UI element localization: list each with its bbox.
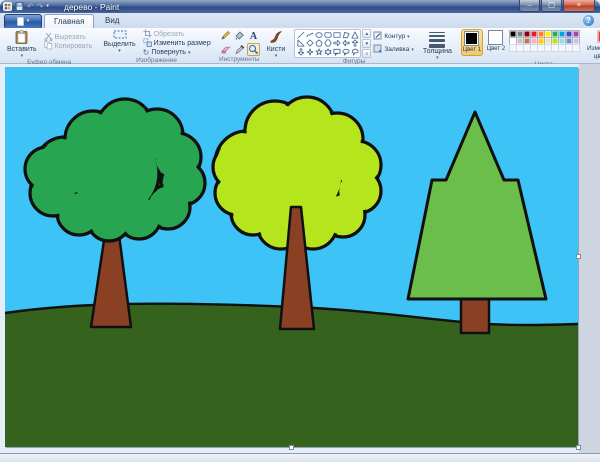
picker-tool[interactable] xyxy=(233,43,246,56)
group-shapes: ▲ ▼ ≡ Контур ▾ Заливка ▾ xyxy=(292,29,416,63)
resize-button[interactable]: Изменить размер xyxy=(141,39,213,48)
left-tree-crown xyxy=(27,149,67,189)
color1-swatch xyxy=(464,31,479,46)
window-title: дерево - Paint xyxy=(64,2,119,12)
shape-arrow-right[interactable] xyxy=(332,39,341,47)
brushes-caret-icon: ▾ xyxy=(275,54,278,58)
title-bar: ↶ ↷ ▾ дерево - Paint – ▢ × xyxy=(0,0,600,13)
shapes-scrollbar[interactable]: ▲ ▼ ≡ xyxy=(362,29,371,58)
fill-icon xyxy=(373,44,382,55)
color2-swatch xyxy=(488,30,503,45)
shape-pentagon[interactable] xyxy=(314,39,323,47)
brush-icon xyxy=(269,30,283,46)
color1-button[interactable]: Цвет 1 xyxy=(461,29,483,56)
shape-polygon[interactable] xyxy=(341,31,350,39)
ribbon: Вставить ▾ Вырезать Копировать Буфер обм… xyxy=(0,28,600,64)
shape-diamond[interactable] xyxy=(305,39,314,47)
canvas-resize-handle-right[interactable] xyxy=(576,254,581,259)
copy-icon xyxy=(44,41,53,52)
shape-curve[interactable] xyxy=(305,31,314,39)
workspace-right-margin xyxy=(579,64,600,454)
paint-window: ↶ ↷ ▾ дерево - Paint – ▢ × ▾ Главная Вид… xyxy=(0,0,600,462)
quick-access-toolbar: ↶ ↷ ▾ xyxy=(3,1,49,12)
rotate-icon: ↻ xyxy=(143,49,150,57)
qat-dropdown-icon[interactable]: ▾ xyxy=(46,4,49,9)
middle-tree-crown xyxy=(215,147,255,187)
group-tools: A Инструменты xyxy=(217,29,262,63)
shape-arrow-down[interactable] xyxy=(296,48,305,56)
left-tree-crown xyxy=(73,131,157,215)
paste-button[interactable]: Вставить ▾ xyxy=(4,29,40,59)
help-icon[interactable]: ? xyxy=(583,15,594,26)
pencil-tool[interactable] xyxy=(219,29,232,42)
middle-tree-crown xyxy=(253,131,341,219)
shape-callout-oval[interactable] xyxy=(341,48,350,56)
outline-caret-icon: ▾ xyxy=(407,35,410,39)
shapes-scroll-down-icon[interactable]: ▼ xyxy=(362,39,371,48)
fill-tool[interactable] xyxy=(233,29,246,42)
paste-caret-icon: ▾ xyxy=(21,54,24,58)
shapes-more-icon[interactable]: ≡ xyxy=(362,49,371,58)
select-caret-icon: ▾ xyxy=(118,49,121,53)
shapes-scroll-up-icon[interactable]: ▲ xyxy=(362,29,371,38)
copy-button[interactable]: Копировать xyxy=(42,42,95,51)
rotate-caret-icon: ▾ xyxy=(188,51,191,55)
eraser-tool[interactable] xyxy=(219,43,232,56)
drawing-canvas[interactable] xyxy=(5,67,578,447)
undo-icon[interactable]: ↶ xyxy=(27,2,34,11)
minimize-button[interactable]: – xyxy=(519,0,540,12)
shape-triangle[interactable] xyxy=(350,31,359,39)
shape-callout-rect[interactable] xyxy=(332,48,341,56)
text-tool[interactable]: A xyxy=(247,29,260,42)
group-image: Выделить ▾ Обрезать Изменить размер ↻ По… xyxy=(98,29,214,63)
select-rectangle-icon xyxy=(113,30,127,41)
shape-rounded-rect[interactable] xyxy=(323,31,332,39)
shape-line[interactable] xyxy=(296,31,305,39)
shape-star-4[interactable] xyxy=(305,48,314,56)
maximize-button[interactable]: ▢ xyxy=(541,0,562,12)
tab-view[interactable]: Вид xyxy=(96,14,128,28)
shape-callout-cloud[interactable] xyxy=(350,48,359,56)
shape-arrow-up[interactable] xyxy=(350,39,359,47)
color2-button[interactable]: Цвет 2 xyxy=(485,29,507,54)
canvas-resize-handle-corner[interactable] xyxy=(576,445,581,450)
group-label-tools: Инструменты xyxy=(219,56,260,64)
paint-menu-button[interactable]: ▾ xyxy=(4,14,42,29)
fill-caret-icon: ▾ xyxy=(411,48,414,52)
brushes-button[interactable]: Кисти ▾ xyxy=(264,29,289,59)
outline-icon xyxy=(373,31,382,42)
tab-home[interactable]: Главная xyxy=(44,14,94,29)
svg-text:A: A xyxy=(250,31,258,41)
line-thickness-icon xyxy=(429,30,445,48)
magnifier-tool[interactable] xyxy=(247,43,260,56)
group-size: Толщина ▾ xyxy=(418,29,457,63)
redo-icon[interactable]: ↷ xyxy=(37,2,44,11)
paint-menu-caret-icon: ▾ xyxy=(27,19,30,24)
shape-star-6[interactable] xyxy=(323,48,332,56)
palette-swatch-empty[interactable] xyxy=(572,44,580,52)
size-caret-icon: ▾ xyxy=(436,56,439,60)
shape-star-5[interactable] xyxy=(314,48,323,56)
shape-hexagon[interactable] xyxy=(323,39,332,47)
shape-right-triangle[interactable] xyxy=(296,39,305,47)
size-button[interactable]: Толщина ▾ xyxy=(420,29,455,61)
shape-fill-button[interactable]: Заливка ▾ xyxy=(373,44,414,55)
group-clipboard: Вставить ▾ Вырезать Копировать Буфер обм… xyxy=(2,29,96,63)
rotate-button[interactable]: ↻ Повернуть ▾ xyxy=(141,48,213,57)
edit-colors-button[interactable]: Изменение цветов xyxy=(581,29,600,61)
status-bar xyxy=(0,453,600,462)
shape-arrow-left[interactable] xyxy=(341,39,350,47)
paste-clipboard-icon xyxy=(15,30,28,46)
group-colors: Цвет 1 Цвет 2 Изменение цветов Цвета xyxy=(459,29,600,63)
shape-ellipse[interactable] xyxy=(314,31,323,39)
shape-outline-button[interactable]: Контур ▾ xyxy=(373,31,414,42)
select-button[interactable]: Выделить ▾ xyxy=(100,29,138,54)
group-brushes: Кисти ▾ xyxy=(262,29,291,63)
canvas-resize-handle-bottom[interactable] xyxy=(289,445,294,450)
close-button[interactable]: × xyxy=(563,0,595,12)
shape-rect[interactable] xyxy=(332,31,341,39)
ribbon-tab-row: ▾ Главная Вид ? xyxy=(0,13,600,28)
